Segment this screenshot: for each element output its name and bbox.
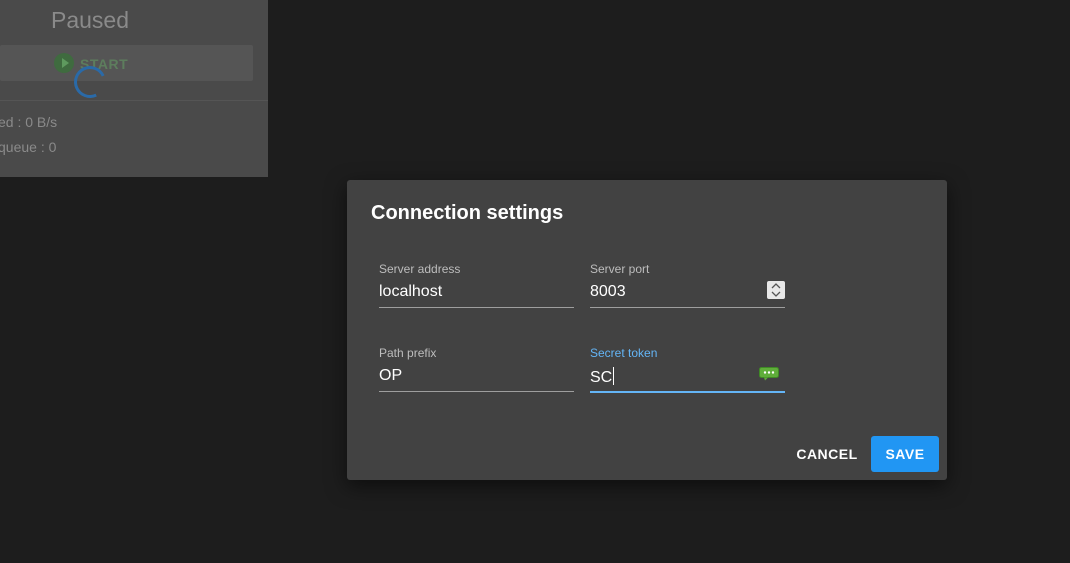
dialog-title: Connection settings bbox=[371, 202, 564, 224]
save-button[interactable]: SAVE bbox=[871, 436, 939, 472]
server-port-label: Server port bbox=[590, 262, 650, 276]
secret-token-label: Secret token bbox=[590, 346, 658, 360]
server-address-underline bbox=[379, 307, 574, 308]
chevron-down-icon[interactable] bbox=[771, 291, 781, 297]
server-address-input[interactable]: localhost bbox=[379, 283, 442, 301]
secret-token-value: SC bbox=[590, 369, 613, 386]
server-port-field[interactable]: Server port 8003 bbox=[590, 262, 785, 312]
path-prefix-label: Path prefix bbox=[379, 346, 437, 360]
server-port-underline bbox=[590, 307, 785, 308]
text-caret bbox=[613, 367, 615, 385]
connection-settings-dialog: Connection settings Server address local… bbox=[347, 180, 947, 480]
server-port-input[interactable]: 8003 bbox=[590, 283, 626, 301]
server-address-field[interactable]: Server address localhost bbox=[379, 262, 574, 312]
secret-token-field[interactable]: Secret token SC bbox=[590, 346, 785, 396]
server-address-label: Server address bbox=[379, 262, 461, 276]
cancel-button[interactable]: CANCEL bbox=[791, 436, 863, 472]
path-prefix-input[interactable]: OP bbox=[379, 367, 402, 385]
secret-token-underline bbox=[590, 391, 785, 393]
path-prefix-underline bbox=[379, 391, 574, 392]
chevron-up-icon[interactable] bbox=[771, 283, 781, 289]
secret-token-input[interactable]: SC bbox=[590, 367, 615, 387]
password-manager-icon[interactable] bbox=[759, 367, 779, 381]
path-prefix-field[interactable]: Path prefix OP bbox=[379, 346, 574, 396]
stepper-arrows-icon[interactable] bbox=[767, 281, 785, 299]
